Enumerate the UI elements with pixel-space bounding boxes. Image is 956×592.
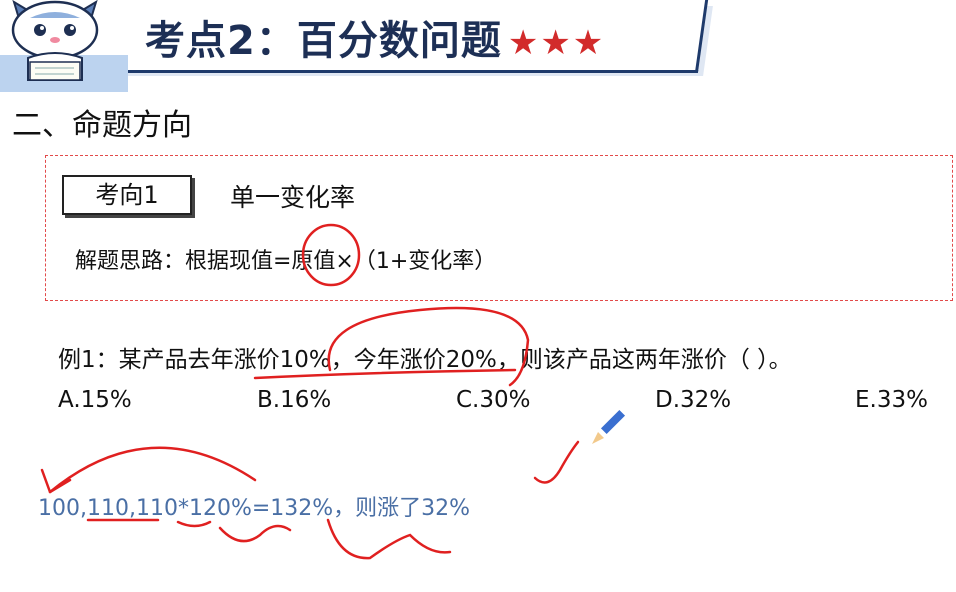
option-d: D.32% bbox=[655, 387, 732, 413]
arc-calc bbox=[48, 446, 257, 494]
direction-title: 单一变化率 bbox=[230, 183, 356, 212]
section-heading: 二、命题方向 bbox=[12, 108, 192, 143]
direction-tag: 考向1 bbox=[62, 175, 192, 215]
option-a: A.15% bbox=[58, 387, 132, 413]
option-e: E.33% bbox=[855, 387, 928, 413]
cat-mascot-icon bbox=[0, 0, 128, 92]
underline-120 bbox=[176, 520, 212, 528]
option-c: C.30% bbox=[456, 387, 531, 413]
difficulty-stars: ★★★ bbox=[507, 23, 606, 63]
check-mark-c bbox=[533, 440, 580, 484]
pencil-icon bbox=[592, 409, 626, 444]
option-b: B.16% bbox=[257, 387, 332, 413]
arrowhead bbox=[40, 468, 72, 494]
scribble-32 bbox=[326, 518, 452, 560]
solution-idea: 解题思路：根据现值=原值×（1+变化率） bbox=[75, 249, 497, 274]
handwritten-calculation: 100,110,110*120%=132%，则涨了32% bbox=[38, 496, 471, 521]
title-text: 考点2：百分数问题 bbox=[145, 18, 502, 64]
scribble-132 bbox=[218, 524, 292, 543]
question-stem: 例1：某产品去年涨价10%，今年涨价20%，则该产品这两年涨价（ ）。 bbox=[58, 347, 792, 373]
page-title: 考点2：百分数问题 ★★★ bbox=[145, 8, 605, 66]
